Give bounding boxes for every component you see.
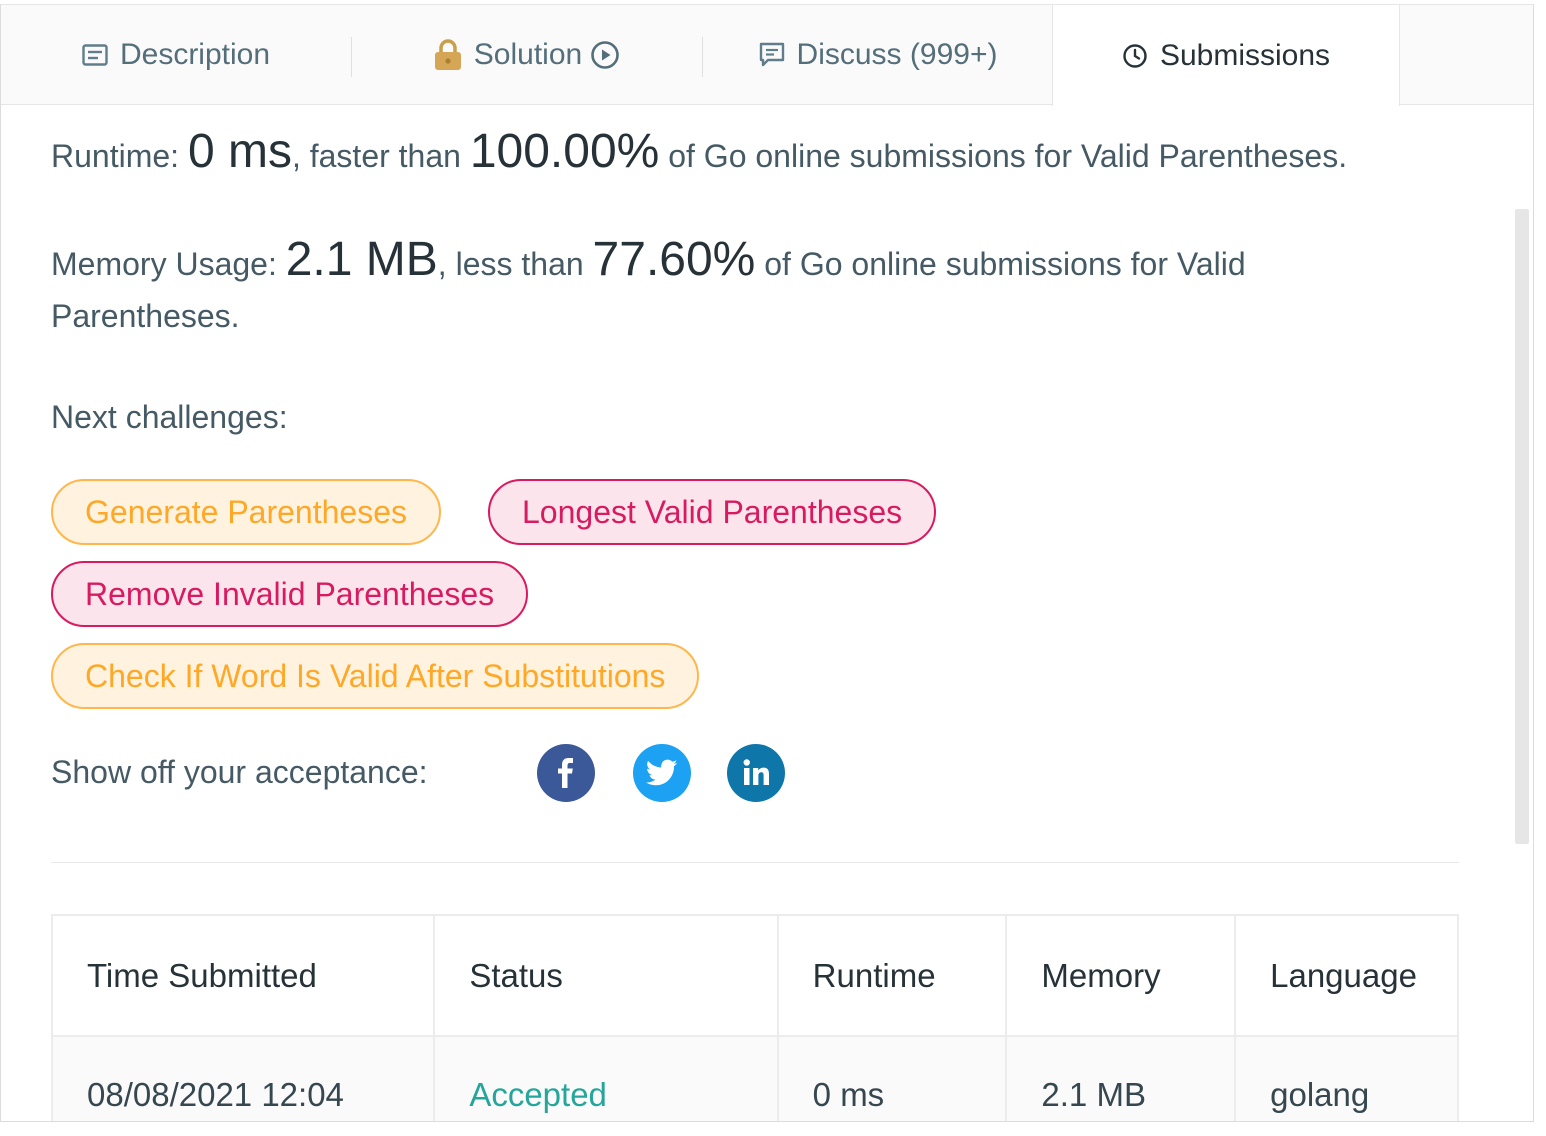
table-row: 08/08/2021 12:04 Accepted 0 ms 2.1 MB go… — [50, 1035, 1459, 1121]
runtime-middle: , faster than — [291, 138, 470, 174]
tab-discuss[interactable]: Discuss (999+) — [703, 5, 1053, 105]
runtime-prefix: Runtime: — [51, 138, 188, 174]
runtime-percent: 100.00% — [469, 125, 660, 178]
tab-solution[interactable]: Solution — [352, 5, 702, 105]
share-label: Show off your acceptance: — [51, 754, 428, 790]
twitter-icon — [646, 759, 678, 786]
divider — [51, 862, 1459, 863]
clock-icon — [1122, 43, 1148, 69]
description-icon — [82, 44, 108, 66]
memory-middle: , less than — [437, 246, 593, 282]
play-circle-icon — [590, 40, 620, 70]
header-time-submitted: Time Submitted — [50, 914, 436, 1037]
challenge-label: Generate Parentheses — [85, 493, 407, 530]
tab-submissions[interactable]: Submissions — [1052, 5, 1400, 106]
cell-memory: 2.1 MB — [1005, 1035, 1237, 1121]
cell-time-submitted: 08/08/2021 12:04 — [50, 1035, 436, 1121]
status-accepted-link[interactable]: Accepted — [469, 1076, 607, 1113]
tab-description-label: Description — [119, 38, 271, 71]
runtime-suffix: of Go online submissions for Valid Paren… — [659, 138, 1348, 174]
challenge-check-if-word-is-valid[interactable]: Check If Word Is Valid After Substitutio… — [51, 643, 700, 709]
header-language: Language — [1234, 914, 1459, 1037]
challenge-longest-valid-parentheses[interactable]: Longest Valid Parentheses — [488, 479, 937, 545]
challenge-label: Check If Word Is Valid After Substitutio… — [85, 657, 666, 694]
facebook-icon — [558, 758, 573, 788]
header-memory: Memory — [1005, 914, 1237, 1037]
header-runtime: Runtime — [776, 914, 1008, 1037]
challenge-remove-invalid-parentheses[interactable]: Remove Invalid Parentheses — [51, 561, 529, 627]
memory-prefix: Memory Usage: — [51, 246, 286, 282]
tab-bar: Description Solution Discuss (999+) Subm… — [1, 4, 1533, 106]
lock-icon — [434, 39, 462, 71]
header-status: Status — [433, 914, 779, 1037]
linkedin-share-button[interactable] — [727, 744, 785, 802]
comment-icon — [759, 42, 785, 68]
result-summary: Runtime: 0 ms, faster than 100.00% of Go… — [51, 104, 1471, 443]
cell-runtime: 0 ms — [776, 1035, 1008, 1121]
submissions-table: Time Submitted Status Runtime Memory Lan… — [50, 914, 1459, 1121]
runtime-result: Runtime: 0 ms, faster than 100.00% of Go… — [51, 126, 1471, 182]
challenge-label: Remove Invalid Parentheses — [85, 575, 495, 612]
twitter-share-button[interactable] — [633, 744, 691, 802]
tab-solution-label: Solution — [473, 38, 583, 71]
linkedin-icon — [743, 759, 769, 785]
challenge-generate-parentheses[interactable]: Generate Parentheses — [51, 479, 441, 545]
table-header-row: Time Submitted Status Runtime Memory Lan… — [50, 914, 1459, 1037]
cell-status: Accepted — [433, 1035, 779, 1121]
submissions-panel: Description Solution Discuss (999+) Subm… — [0, 4, 1534, 1122]
runtime-value: 0 ms — [187, 125, 292, 178]
cell-language: golang — [1234, 1035, 1459, 1121]
next-challenges-label: Next challenges: — [51, 399, 288, 435]
memory-value: 2.1 MB — [285, 233, 438, 286]
scrollbar[interactable] — [1515, 209, 1529, 844]
challenge-label: Longest Valid Parentheses — [522, 493, 903, 530]
memory-percent: 77.60% — [592, 233, 756, 286]
memory-result: Memory Usage: 2.1 MB, less than 77.60% o… — [51, 234, 1381, 342]
tab-discuss-label: Discuss (999+) — [796, 38, 998, 71]
tab-submissions-label: Submissions — [1159, 38, 1331, 72]
facebook-share-button[interactable] — [537, 744, 595, 802]
tab-description[interactable]: Description — [1, 5, 351, 105]
